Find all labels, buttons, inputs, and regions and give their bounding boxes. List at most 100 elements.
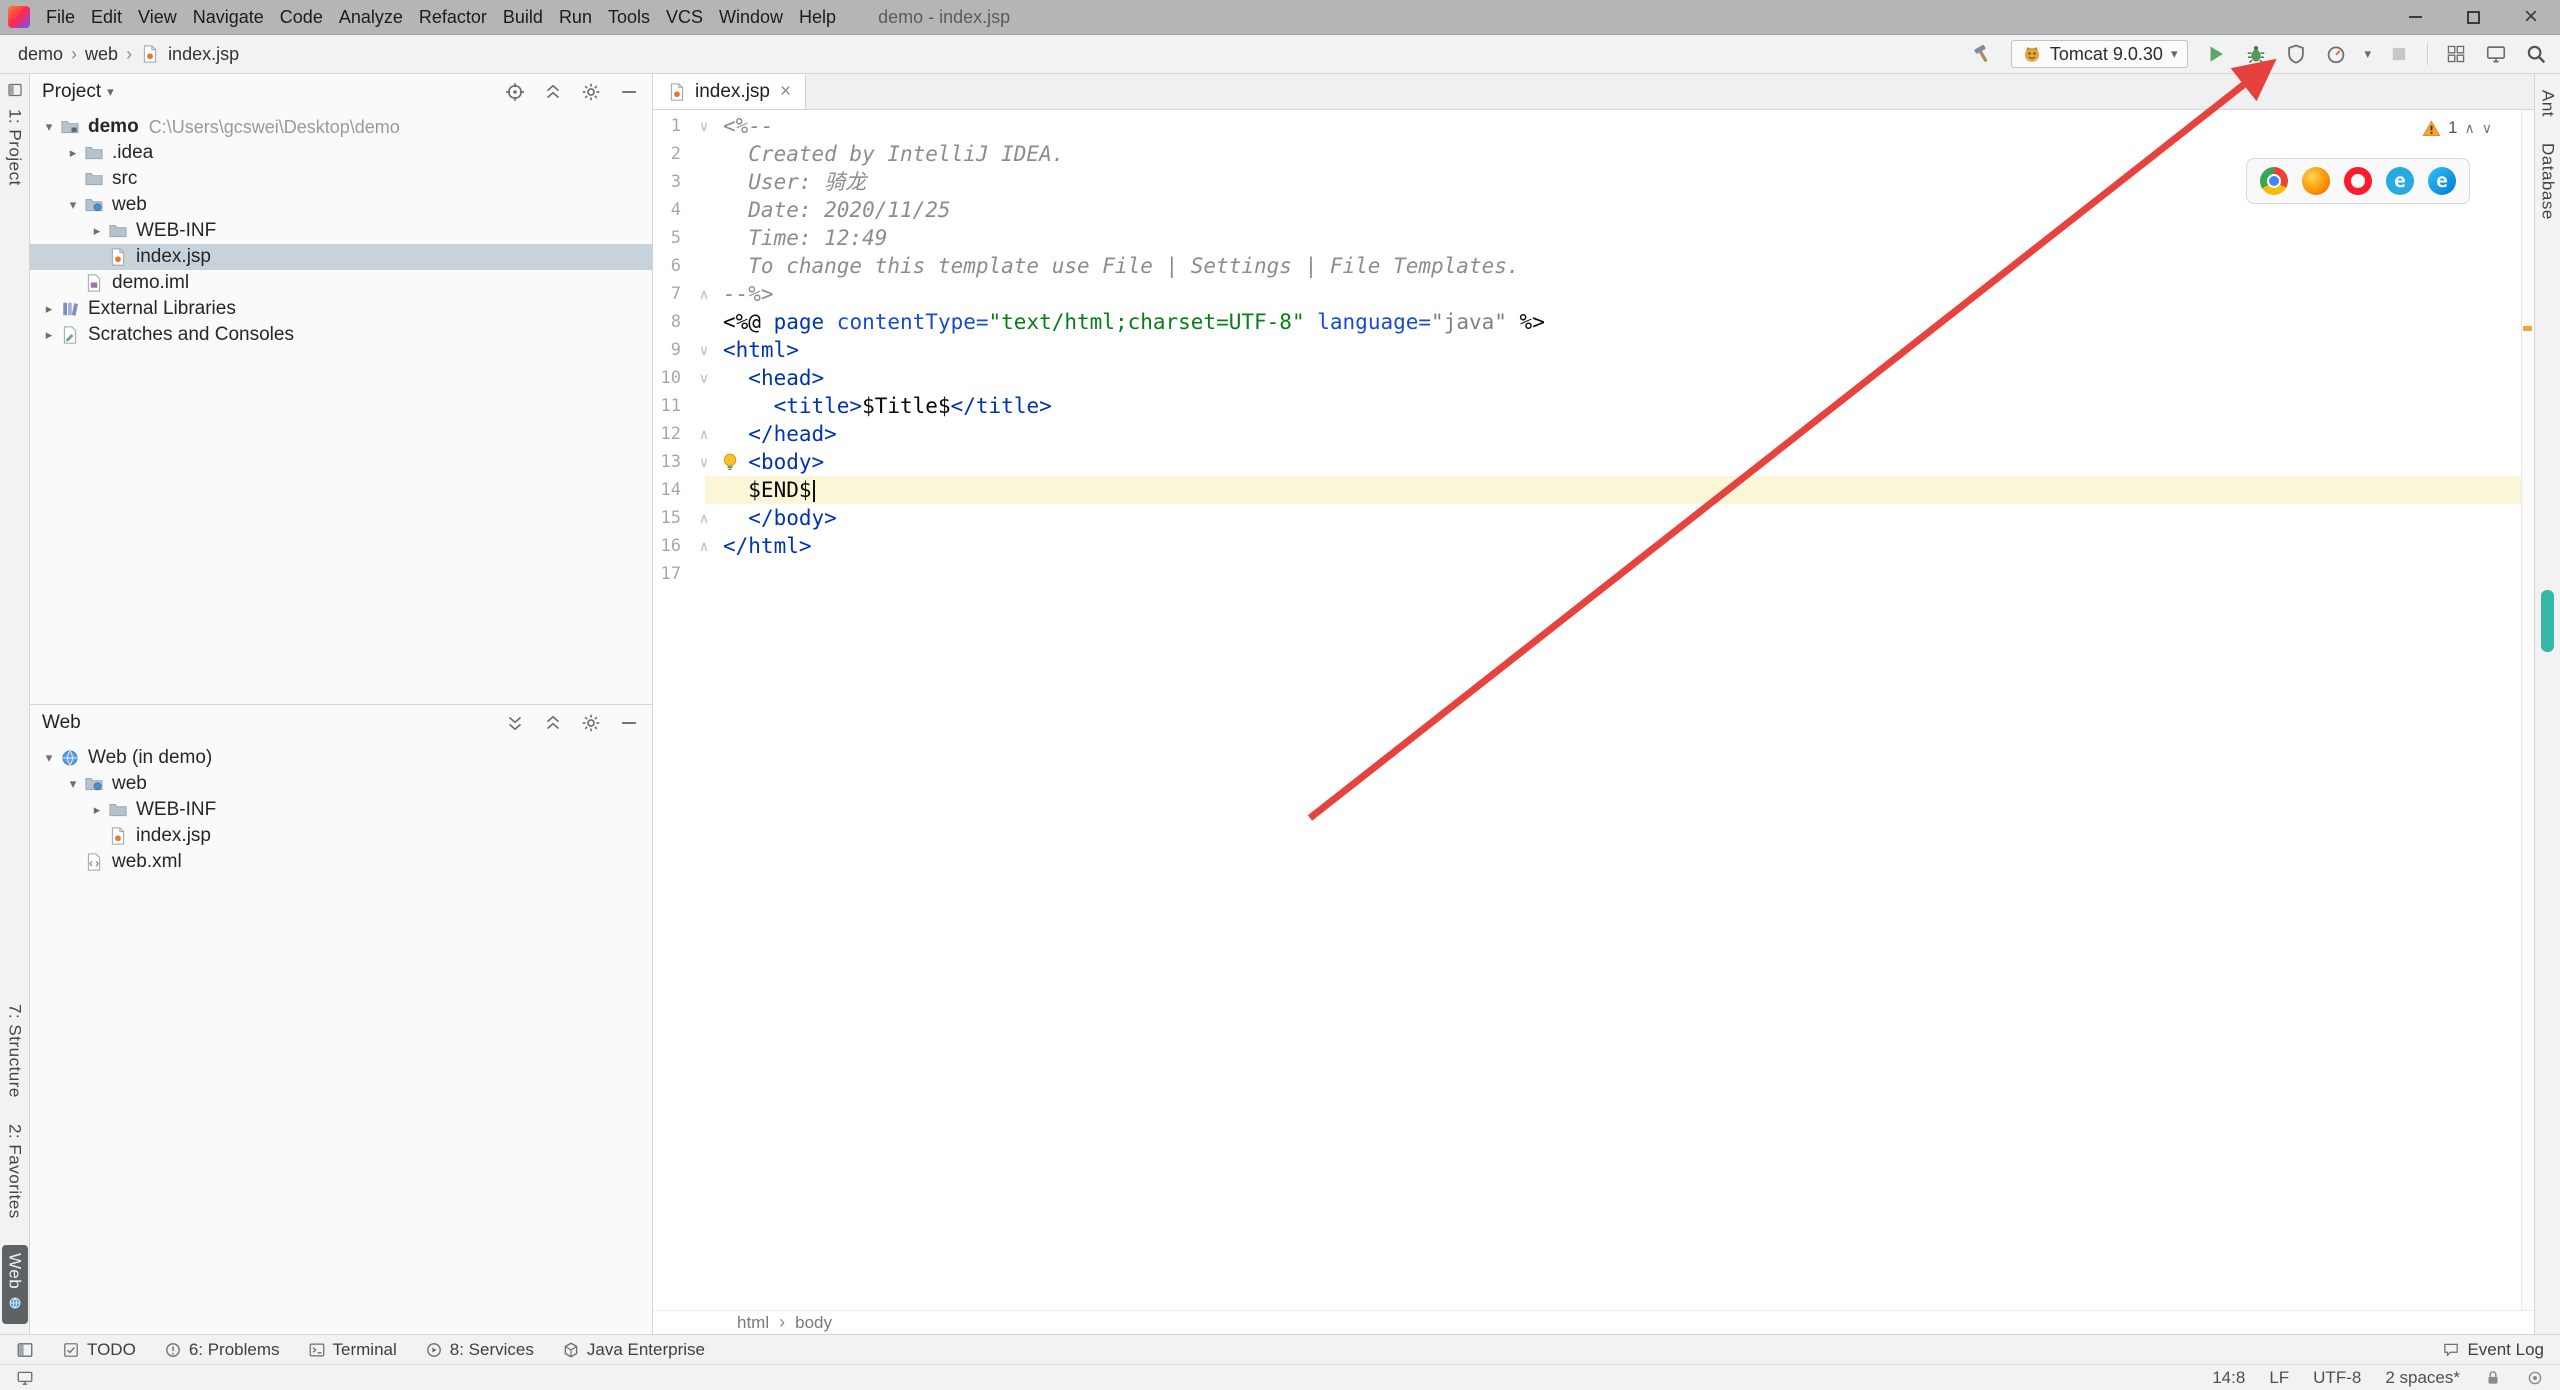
editor-tab-index-jsp[interactable]: index.jsp ×	[653, 74, 807, 109]
indent-style[interactable]: 2 spaces*	[2385, 1368, 2460, 1388]
tool-window-button-ant[interactable]: Ant	[2538, 90, 2558, 117]
menu-window[interactable]: Window	[711, 0, 791, 34]
fold-marker-icon[interactable]: ∨	[693, 336, 715, 364]
prev-warning-icon[interactable]: ∧	[2465, 120, 2475, 137]
code-line-11[interactable]: 11 <title>$Title$</title>	[653, 392, 2534, 420]
menu-file[interactable]: File	[38, 0, 83, 34]
fold-marker-icon[interactable]: ∨	[693, 112, 715, 140]
window-icon[interactable]	[16, 1369, 34, 1387]
project-item-demo-iml[interactable]: demo.iml	[30, 270, 652, 296]
layout-icon[interactable]	[2484, 42, 2508, 66]
run-config-selector[interactable]: Tomcat 9.0.30 ▾	[2010, 40, 2189, 68]
settings-gear-icon[interactable]	[580, 712, 602, 734]
tree-toggle-icon[interactable]: ▾	[62, 776, 84, 792]
tool-window-switcher-icon[interactable]	[16, 1341, 34, 1359]
tree-toggle-icon[interactable]: ▸	[86, 223, 108, 239]
right-stripe-marker[interactable]	[2541, 590, 2554, 652]
menu-analyze[interactable]: Analyze	[331, 0, 411, 34]
menu-build[interactable]: Build	[495, 0, 551, 34]
code-line-1[interactable]: 1 ∨ <%--	[653, 112, 2534, 140]
code-line-9[interactable]: 9 ∨ <html>	[653, 336, 2534, 364]
breadcrumb-demo[interactable]: demo	[18, 44, 63, 65]
locate-file-icon[interactable]	[504, 81, 526, 103]
maximize-button[interactable]	[2444, 0, 2502, 34]
web-item-web[interactable]: ▾ web	[30, 771, 652, 797]
run-button[interactable]	[2204, 42, 2228, 66]
file-encoding[interactable]: UTF-8	[2313, 1368, 2361, 1388]
project-item-src[interactable]: src	[30, 166, 652, 192]
error-stripe[interactable]	[2521, 110, 2534, 1310]
web-item-index-jsp[interactable]: index.jsp	[30, 823, 652, 849]
tool-window-button-todo[interactable]: TODO	[62, 1340, 136, 1360]
code-line-15[interactable]: 15 ∧ </body>	[653, 504, 2534, 532]
menu-view[interactable]: View	[130, 0, 185, 34]
collapse-all-icon[interactable]	[542, 81, 564, 103]
caret-position[interactable]: 14:8	[2212, 1368, 2245, 1388]
event-log-button[interactable]: Event Log	[2442, 1340, 2544, 1360]
tool-window-button-java-enterprise[interactable]: Java Enterprise	[562, 1340, 705, 1360]
collapse-all-icon[interactable]	[542, 712, 564, 734]
project-item-web[interactable]: ▾ web	[30, 192, 652, 218]
readonly-lock-icon[interactable]	[2484, 1369, 2502, 1387]
fold-marker-icon[interactable]: ∧	[693, 504, 715, 532]
opera-icon[interactable]	[2344, 167, 2372, 195]
tool-window-button-1-project[interactable]: 1: Project	[5, 82, 25, 186]
fold-marker-icon[interactable]: ∨	[693, 364, 715, 392]
code-line-8[interactable]: 8 <%@ page contentType="text/html;charset…	[653, 308, 2534, 336]
code-line-10[interactable]: 10 ∨ <head>	[653, 364, 2534, 392]
breadcrumb-web[interactable]: web	[85, 44, 118, 65]
next-warning-icon[interactable]: ∨	[2482, 120, 2492, 137]
tree-toggle-icon[interactable]: ▾	[38, 750, 60, 766]
search-everywhere-icon[interactable]	[2524, 42, 2548, 66]
chevron-down-icon[interactable]: ▾	[107, 84, 114, 100]
code-line-5[interactable]: 5 Time: 12:49	[653, 224, 2534, 252]
tool-window-button-8-services[interactable]: 8: Services	[425, 1340, 534, 1360]
web-panel-title[interactable]: Web	[42, 712, 81, 734]
project-item-external-libraries[interactable]: ▸ External Libraries	[30, 296, 652, 322]
menu-run[interactable]: Run	[551, 0, 600, 34]
edge-icon[interactable]	[2428, 167, 2456, 195]
menu-tools[interactable]: Tools	[600, 0, 658, 34]
tool-window-button-2-favorites[interactable]: 2: Favorites	[5, 1124, 25, 1219]
tree-toggle-icon[interactable]: ▾	[38, 119, 60, 135]
code-line-13[interactable]: 13 ∨ <body>	[653, 448, 2534, 476]
web-item-web-inf[interactable]: ▸ WEB-INF	[30, 797, 652, 823]
editor-breadcrumb-body[interactable]: body	[795, 1313, 832, 1333]
code-line-16[interactable]: 16 ∧ </html>	[653, 532, 2534, 560]
breadcrumb-index-jsp[interactable]: index.jsp	[168, 44, 239, 65]
web-item-web-xml[interactable]: web.xml	[30, 849, 652, 875]
project-structure-icon[interactable]	[2444, 42, 2468, 66]
minimize-button[interactable]	[2386, 0, 2444, 34]
fold-marker-icon[interactable]: ∧	[693, 280, 715, 308]
code-line-17[interactable]: 17	[653, 560, 2534, 588]
menu-code[interactable]: Code	[272, 0, 331, 34]
tree-toggle-icon[interactable]: ▸	[38, 301, 60, 317]
hide-panel-icon[interactable]	[618, 81, 640, 103]
web-item-web-in-demo[interactable]: ▾ Web (in demo)	[30, 745, 652, 771]
expand-all-icon[interactable]	[504, 712, 526, 734]
tree-toggle-icon[interactable]: ▾	[62, 197, 84, 213]
fold-marker-icon[interactable]: ∧	[693, 532, 715, 560]
fold-marker-icon[interactable]: ∧	[693, 420, 715, 448]
chevron-down-icon[interactable]: ▾	[2364, 46, 2371, 62]
project-item-idea[interactable]: ▸ .idea	[30, 140, 652, 166]
inspections-widget[interactable]: 1 ∧ ∨	[2422, 118, 2492, 138]
debug-button[interactable]	[2244, 42, 2268, 66]
warning-stripe-mark[interactable]	[2523, 326, 2532, 331]
tool-window-button-database[interactable]: Database	[2538, 143, 2558, 220]
editor-breadcrumb-html[interactable]: html	[737, 1313, 769, 1333]
tree-toggle-icon[interactable]: ▸	[86, 802, 108, 818]
internet-explorer-icon[interactable]	[2386, 167, 2414, 195]
line-separator[interactable]: LF	[2269, 1368, 2289, 1388]
menu-edit[interactable]: Edit	[83, 0, 130, 34]
project-item-web-inf[interactable]: ▸ WEB-INF	[30, 218, 652, 244]
menu-refactor[interactable]: Refactor	[411, 0, 495, 34]
project-item-demo[interactable]: ▾ demo C:\Users\gcswei\Desktop\demo	[30, 114, 652, 140]
tool-window-button-web[interactable]: Web	[1, 1244, 28, 1324]
profiler-button[interactable]	[2324, 42, 2348, 66]
menu-vcs[interactable]: VCS	[658, 0, 711, 34]
project-panel-title[interactable]: Project	[42, 81, 101, 103]
firefox-icon[interactable]	[2302, 167, 2330, 195]
chrome-icon[interactable]	[2260, 167, 2288, 195]
code-line-12[interactable]: 12 ∧ </head>	[653, 420, 2534, 448]
